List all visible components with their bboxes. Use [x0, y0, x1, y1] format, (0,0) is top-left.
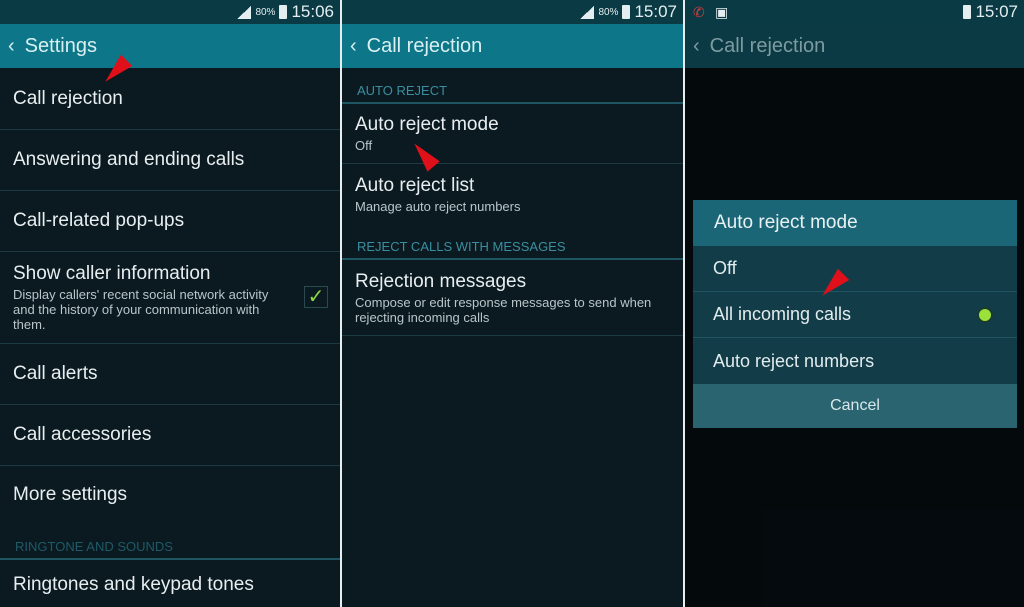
- option-off[interactable]: Off: [693, 246, 1017, 292]
- section-header-auto-reject: AUTO REJECT: [342, 68, 683, 104]
- show-caller-info-checkbox[interactable]: ✓: [304, 286, 328, 308]
- clock: 15:07: [634, 2, 677, 21]
- auto-reject-mode-dialog-screen: ✆ ▣ 15:07 ‹ Call rejection Auto reject m…: [685, 0, 1024, 607]
- call-icon: ✆: [693, 3, 705, 20]
- page-title: Settings: [24, 34, 97, 57]
- list-item-call-rejection[interactable]: Call rejection: [0, 68, 340, 130]
- status-bar: 80% 15:07: [342, 0, 683, 24]
- settings-screen: 80% 15:06 ‹ Settings Call rejection Answ…: [0, 0, 340, 607]
- battery-percent: 80%: [255, 6, 276, 18]
- clock: 15:07: [975, 2, 1018, 21]
- item-label: Call rejection: [13, 87, 123, 109]
- image-icon: ▣: [715, 3, 729, 20]
- list-item-rejection-messages[interactable]: Rejection messages Compose or edit respon…: [342, 260, 683, 336]
- back-icon[interactable]: ‹: [350, 35, 357, 58]
- battery-icon: [279, 5, 288, 19]
- status-bar: 80% 15:06: [0, 0, 340, 24]
- item-subtitle: Display callers' recent social network a…: [13, 287, 269, 332]
- list-item-auto-reject-mode[interactable]: Auto reject mode Off: [342, 104, 683, 164]
- item-label: Auto reject list: [355, 174, 475, 196]
- item-label: Show caller information: [13, 263, 211, 284]
- radio-selected-icon[interactable]: [977, 306, 993, 323]
- item-label: Ringtones and keypad tones: [13, 574, 254, 595]
- list-item-call-alerts[interactable]: Call alerts: [0, 344, 340, 405]
- list-item-answering[interactable]: Answering and ending calls: [0, 130, 340, 191]
- page-title: Call rejection: [366, 34, 483, 57]
- item-label: More settings: [13, 484, 128, 505]
- option-all-incoming-calls[interactable]: All incoming calls: [693, 292, 1017, 338]
- action-bar[interactable]: ‹ Settings: [0, 24, 340, 68]
- battery-icon: [963, 5, 972, 19]
- section-header-reject-messages: REJECT CALLS WITH MESSAGES: [342, 224, 683, 260]
- action-bar[interactable]: ‹ Call rejection: [342, 24, 683, 68]
- back-icon[interactable]: ‹: [8, 35, 15, 58]
- option-label: Auto reject numbers: [713, 350, 875, 371]
- dialog-title: Auto reject mode: [693, 200, 1017, 246]
- item-label: Call alerts: [13, 363, 98, 384]
- call-rejection-screen: 80% 15:07 ‹ Call rejection AUTO REJECT A…: [342, 0, 683, 607]
- item-subtitle: Manage auto reject numbers: [355, 198, 521, 214]
- clock: 15:06: [291, 2, 334, 21]
- signal-icon: [580, 5, 595, 19]
- list-item-auto-reject-list[interactable]: Auto reject list Manage auto reject numbe…: [342, 164, 683, 224]
- cancel-button[interactable]: Cancel: [693, 384, 1017, 428]
- option-label: Off: [713, 258, 737, 278]
- page-title: Call rejection: [709, 34, 826, 57]
- battery-percent: 80%: [598, 6, 619, 18]
- auto-reject-mode-dialog: Auto reject mode Off All incoming calls …: [693, 200, 1017, 428]
- item-label: Call-related pop-ups: [13, 210, 185, 231]
- status-bar: ✆ ▣ 15:07: [685, 0, 1024, 24]
- action-bar: ‹ Call rejection: [685, 24, 1024, 68]
- list-item-ringtones[interactable]: Ringtones and keypad tones: [0, 560, 340, 607]
- item-label: Rejection messages: [355, 270, 527, 292]
- option-label: All incoming calls: [713, 304, 852, 324]
- item-subtitle: Compose or edit response messages to sen…: [355, 294, 652, 325]
- item-label: Answering and ending calls: [13, 149, 245, 170]
- list-item-popups[interactable]: Call-related pop-ups: [0, 191, 340, 252]
- item-value: Off: [355, 138, 373, 153]
- option-auto-reject-numbers[interactable]: Auto reject numbers: [693, 338, 1017, 384]
- item-label: Auto reject mode: [355, 114, 499, 135]
- item-label: Call accessories: [13, 424, 152, 445]
- back-icon: ‹: [693, 34, 700, 57]
- list-item-call-accessories[interactable]: Call accessories: [0, 405, 340, 466]
- list-item-more-settings[interactable]: More settings: [0, 466, 340, 524]
- signal-icon: [237, 5, 252, 19]
- list-item-show-caller-info[interactable]: Show caller information Display callers' …: [0, 252, 340, 344]
- section-header: RINGTONE AND SOUNDS: [0, 524, 340, 560]
- battery-icon: [622, 5, 631, 19]
